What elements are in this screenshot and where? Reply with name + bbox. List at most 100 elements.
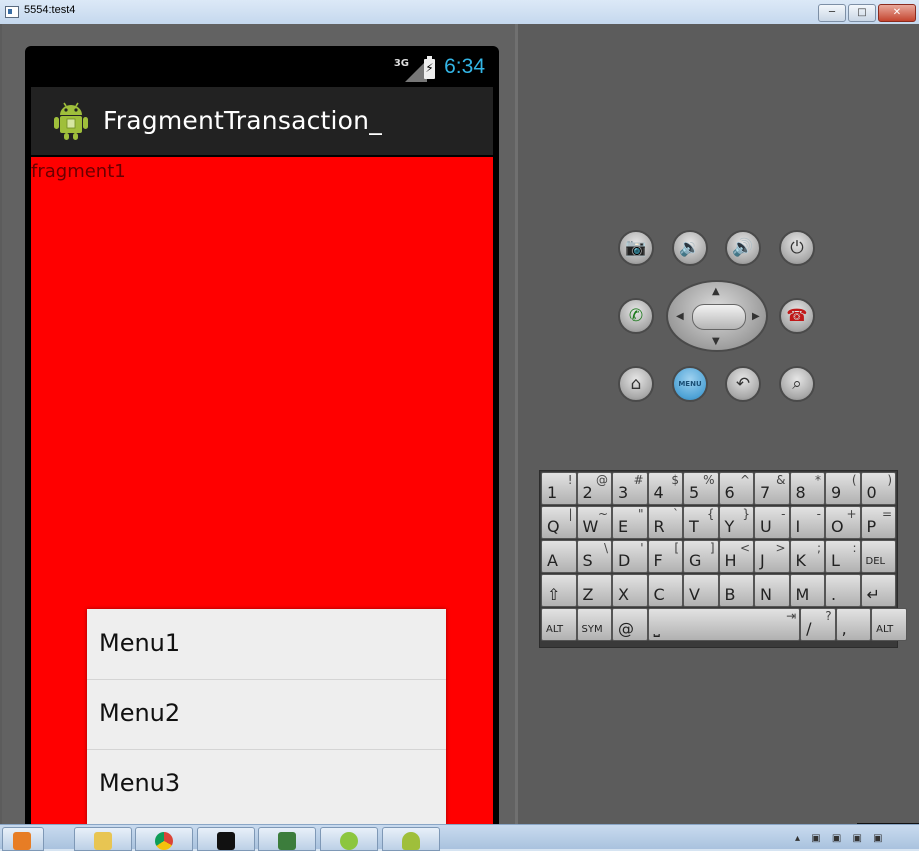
key-label: ⇧ xyxy=(547,585,561,604)
system-tray[interactable]: ▴ ▣ ▣ ▣ ▣ xyxy=(795,833,887,844)
key-r0c7[interactable]: 8 * xyxy=(789,472,825,505)
key-label: A xyxy=(547,551,558,570)
key-label: ⎵ xyxy=(653,618,660,637)
key-r0c6[interactable]: 7 & xyxy=(754,472,790,505)
taskbar-json-app[interactable] xyxy=(320,827,378,851)
key-label: ALT xyxy=(546,624,564,635)
dpad-right-icon[interactable]: ▶ xyxy=(752,311,760,322)
key-r3c6[interactable]: N xyxy=(754,574,790,607)
key-r2c7[interactable]: K; xyxy=(789,540,825,573)
key-r1c7[interactable]: I- xyxy=(789,506,825,539)
action-bar: FragmentTransaction_ xyxy=(31,87,493,155)
key-r0c3[interactable]: 4 $ xyxy=(647,472,683,505)
key-r1c4[interactable]: T{ xyxy=(683,506,719,539)
folder-icon xyxy=(94,832,112,850)
dpad-up-icon[interactable]: ▲ xyxy=(712,286,720,297)
taskbar-explorer[interactable] xyxy=(74,827,132,851)
emulator-window: 3G 6:34 Fragm xyxy=(0,24,919,848)
taskbar-chrome[interactable] xyxy=(135,827,193,851)
key-r3c7[interactable]: M xyxy=(789,574,825,607)
back-button[interactable]: ↶ xyxy=(725,366,761,402)
key-r1c8[interactable]: O + xyxy=(825,506,861,539)
key-r2c3[interactable]: F[ xyxy=(647,540,683,573)
key-r3c2[interactable]: X xyxy=(612,574,648,607)
call-button[interactable]: ✆ xyxy=(618,298,654,334)
menu-item-2[interactable]: Menu2 xyxy=(87,679,446,750)
maximize-button[interactable]: □ xyxy=(848,4,876,22)
key-r1c1[interactable]: W ~ xyxy=(576,506,612,539)
power-button[interactable]: ⏻ xyxy=(779,230,815,266)
home-button[interactable]: ⌂ xyxy=(618,366,654,402)
key-r4c4[interactable]: /? xyxy=(800,608,836,641)
key-r1c5[interactable]: Y} xyxy=(718,506,754,539)
key-r3c1[interactable]: Z xyxy=(576,574,612,607)
device-screen: 3G 6:34 Fragm xyxy=(25,46,499,824)
key-r1c9[interactable]: P = xyxy=(860,506,896,539)
close-button[interactable]: ✕ xyxy=(878,4,916,22)
key-alt-label: } xyxy=(742,507,750,521)
key-r0c8[interactable]: 9( xyxy=(825,472,861,505)
key-r1c6[interactable]: U- xyxy=(754,506,790,539)
menu-button[interactable]: MENU xyxy=(672,366,708,402)
key-r3c9[interactable]: ↵ xyxy=(860,574,896,607)
key-r2c4[interactable]: G] xyxy=(683,540,719,573)
key-r1c2[interactable]: E " xyxy=(612,506,648,539)
key-r3c8[interactable]: . xyxy=(825,574,861,607)
key-label: ALT xyxy=(876,624,894,635)
menu-item-3[interactable]: Menu3 xyxy=(87,749,446,819)
camera-button[interactable]: 📷 xyxy=(618,230,654,266)
camera-icon: 📷 xyxy=(625,238,647,258)
dpad[interactable]: ▲ ▼ ◀ ▶ xyxy=(666,280,768,352)
key-r0c4[interactable]: 5% xyxy=(683,472,719,505)
volume-down-button[interactable]: 🔉 xyxy=(672,230,708,266)
key-r3c5[interactable]: B xyxy=(718,574,754,607)
braces-icon xyxy=(340,832,358,850)
key-label: O xyxy=(831,517,844,536)
key-r3c4[interactable]: V xyxy=(683,574,719,607)
key-r2c0[interactable]: A xyxy=(541,540,577,573)
key-r2c6[interactable]: J > xyxy=(754,540,790,573)
key-r1c0[interactable]: Q | xyxy=(541,506,577,539)
taskbar-android-emulator[interactable] xyxy=(382,827,440,851)
key-r4c0[interactable]: ALT xyxy=(541,608,577,641)
key-r0c5[interactable]: 6 ^ xyxy=(718,472,754,505)
key-r4c6[interactable]: ALT xyxy=(871,608,907,641)
search-button[interactable]: ⌕ xyxy=(779,366,815,402)
key-r2c2[interactable]: D ' xyxy=(612,540,648,573)
back-icon: ↶ xyxy=(735,374,751,394)
key-label: D xyxy=(618,551,631,570)
taskbar-media-player[interactable] xyxy=(2,827,44,851)
key-r0c9[interactable]: 0) xyxy=(860,472,896,505)
volume-up-button[interactable]: 🔊 xyxy=(725,230,761,266)
end-call-button[interactable]: ☎ xyxy=(779,298,815,334)
key-r0c0[interactable]: 1! xyxy=(541,472,577,505)
dpad-center-button[interactable] xyxy=(692,304,746,330)
key-r2c9[interactable]: DEL xyxy=(860,540,896,573)
dpad-down-icon[interactable]: ▼ xyxy=(712,336,720,347)
taskbar-task-manager[interactable] xyxy=(258,827,316,851)
key-label: Q xyxy=(547,517,560,536)
key-label: B xyxy=(724,585,736,604)
key-r3c3[interactable]: C xyxy=(647,574,683,607)
key-r1c3[interactable]: R ` xyxy=(647,506,683,539)
key-r4c5[interactable]: , xyxy=(835,608,872,641)
key-label: DEL xyxy=(865,556,886,567)
key-label: C xyxy=(653,585,665,604)
key-r4c2[interactable]: @ xyxy=(612,608,648,641)
dpad-left-icon[interactable]: ◀ xyxy=(676,311,684,322)
key-r2c5[interactable]: H < xyxy=(718,540,754,573)
menu-item-1[interactable]: Menu1 xyxy=(87,609,446,680)
key-r0c2[interactable]: 3 # xyxy=(612,472,648,505)
key-r3c0[interactable]: ⇧ xyxy=(541,574,577,607)
taskbar-cmd[interactable] xyxy=(197,827,255,851)
key-r4c1[interactable]: SYM xyxy=(576,608,612,641)
android-robot-icon[interactable] xyxy=(53,101,89,141)
key-alt-label: < xyxy=(739,541,750,555)
key-r4c3[interactable]: ⎵ ⇥ xyxy=(647,608,801,641)
key-r2c1[interactable]: S \ xyxy=(576,540,612,573)
key-r0c1[interactable]: 2 @ xyxy=(576,472,612,505)
key-label: W xyxy=(582,517,599,536)
key-r2c8[interactable]: L: xyxy=(825,540,861,573)
minimize-button[interactable]: ─ xyxy=(818,4,846,22)
status-bar: 3G 6:34 xyxy=(31,50,493,84)
